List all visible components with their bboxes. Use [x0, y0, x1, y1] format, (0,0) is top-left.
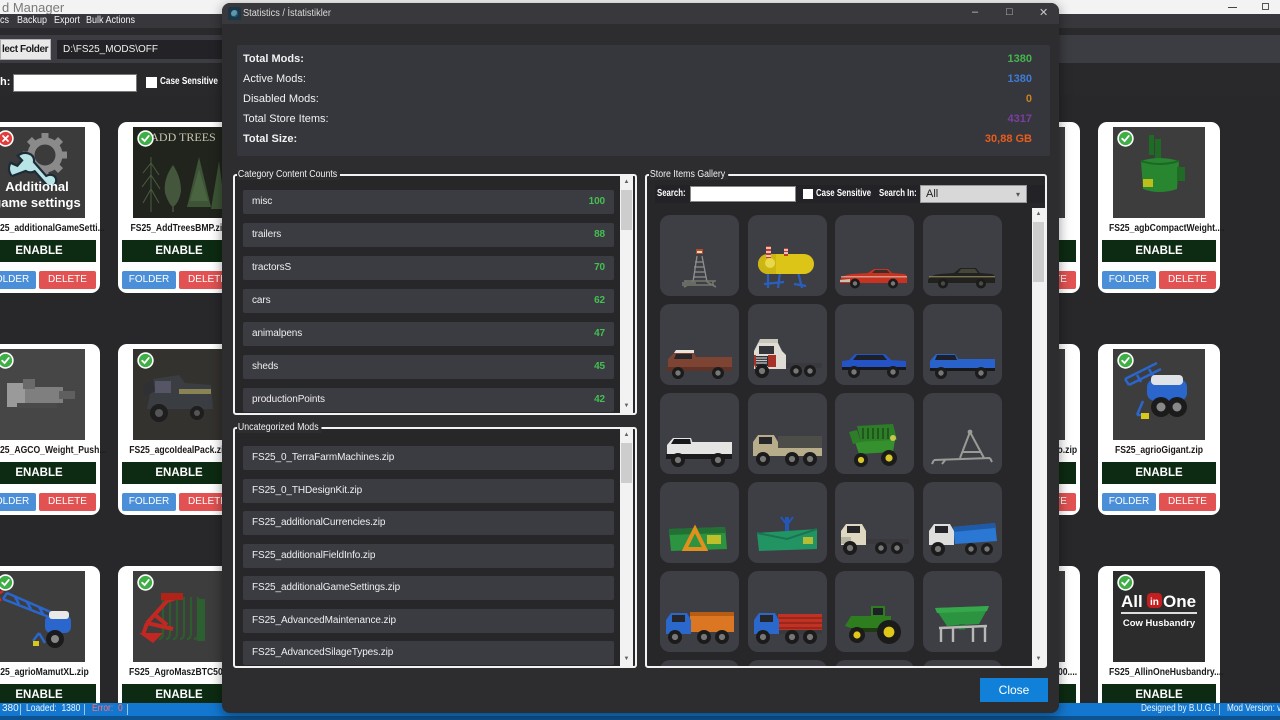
- svg-text:All: All: [1121, 592, 1143, 611]
- svg-text:game settings: game settings: [0, 195, 81, 210]
- svg-text:in: in: [1150, 597, 1159, 608]
- svg-text:One: One: [1163, 592, 1196, 611]
- svg-text:ADD TREES: ADD TREES: [150, 130, 215, 144]
- svg-text:Additional: Additional: [5, 179, 69, 194]
- svg-text:Cow Husbandry: Cow Husbandry: [1123, 618, 1196, 629]
